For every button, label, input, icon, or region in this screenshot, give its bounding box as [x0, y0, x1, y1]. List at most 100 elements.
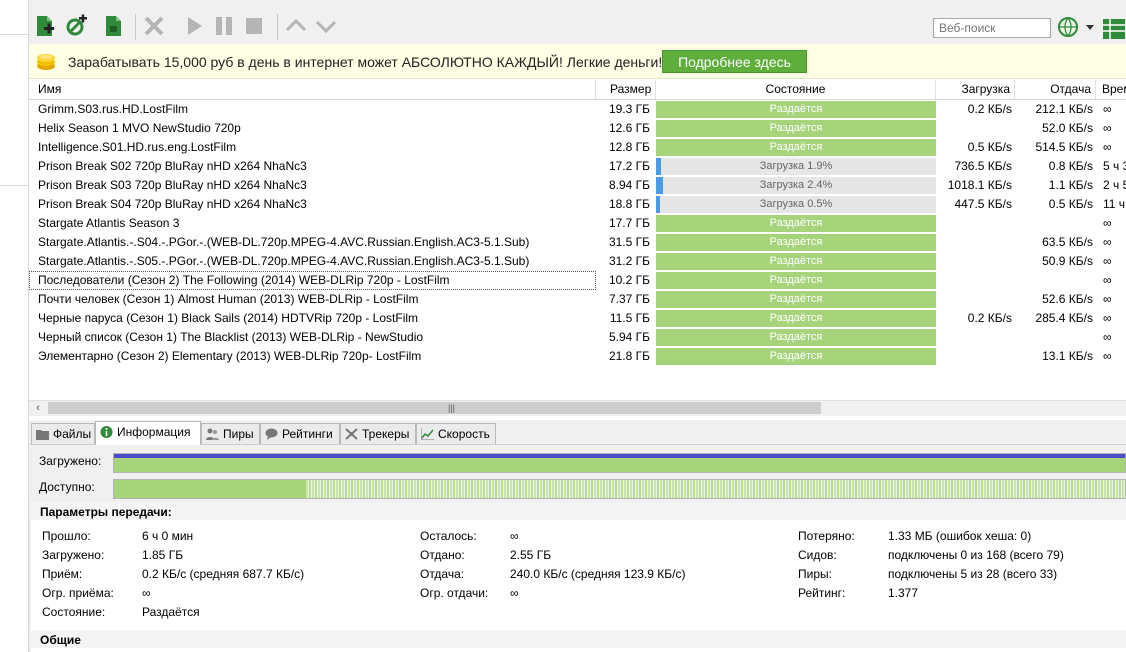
column-upload[interactable]: Отдача: [1015, 80, 1096, 99]
speech-bubble-icon: [265, 426, 278, 440]
scroll-thumb[interactable]: |||: [48, 402, 821, 414]
start-icon[interactable]: [182, 14, 206, 38]
param-key: Приём:: [42, 567, 83, 581]
column-name[interactable]: Имя: [29, 80, 596, 99]
torrent-name: Grimm.S03.rus.HD.LostFilm: [38, 102, 189, 116]
download-speed: [936, 271, 1015, 290]
create-torrent-icon[interactable]: [102, 14, 126, 38]
time-left: ∞: [1103, 330, 1112, 344]
table-row[interactable]: Почти человек (Сезон 1) Almost Human (20…: [29, 290, 1126, 309]
torrent-name: Prison Break S04 720p BluRay nHD x264 Nh…: [38, 197, 307, 211]
column-download[interactable]: Загрузка: [936, 80, 1015, 99]
table-row[interactable]: Последователи (Сезон 2) The Following (2…: [29, 271, 1126, 290]
time-left: ∞: [1103, 102, 1112, 116]
table-row[interactable]: Prison Break S03 720p BluRay nHD x264 Nh…: [29, 176, 1126, 195]
state-label: Раздаётся: [769, 122, 823, 134]
table-row[interactable]: Stargate.Atlantis.-.S05.-.PGor.-.(WEB-DL…: [29, 252, 1126, 271]
torrent-size: 8.94 ГБ: [608, 178, 650, 192]
table-row[interactable]: Элементарно (Сезон 2) Elementary (2013) …: [29, 347, 1126, 366]
tab-3[interactable]: Рейтинги: [260, 423, 340, 444]
horizontal-scrollbar[interactable]: ‹ |||: [29, 400, 1126, 416]
stop-icon[interactable]: [242, 14, 266, 38]
ad-text[interactable]: Зарабатывать 15,000 руб в день в интерне…: [68, 54, 662, 70]
detail-tabs: Файлы Информация Пиры Рейтинги Трекеры Скорос…: [29, 420, 1126, 445]
tab-label: Трекеры: [362, 427, 410, 441]
time-left: ∞: [1103, 254, 1112, 268]
state-label: Раздаётся: [769, 236, 823, 248]
torrent-size: 11.5 ГБ: [609, 311, 650, 325]
grip-icon: |||: [448, 403, 456, 413]
ad-more-button[interactable]: Подробнее здесь: [662, 50, 807, 73]
table-row[interactable]: Stargate.Atlantis.-.S04.-.PGor.-.(WEB-DL…: [29, 233, 1126, 252]
param-key: Отдано:: [420, 548, 465, 562]
param-value: ∞: [510, 586, 519, 600]
torrent-name: Stargate.Atlantis.-.S05.-.PGor.-.(WEB-DL…: [38, 254, 530, 268]
torrent-size: 12.8 ГБ: [608, 140, 650, 154]
state-bar: Загрузка 0.5%: [656, 196, 936, 213]
upload-speed: [1015, 328, 1096, 347]
web-search-input[interactable]: [933, 18, 1051, 38]
state-bar: Раздаётся: [656, 291, 936, 308]
table-row[interactable]: Stargate Atlantis Season 3 17.7 ГБ Раздаёт…: [29, 214, 1126, 233]
remove-icon[interactable]: [142, 14, 166, 38]
download-speed: [936, 214, 1015, 233]
time-left: ∞: [1103, 140, 1112, 154]
info-icon: [100, 424, 113, 438]
scroll-left-icon[interactable]: ‹: [31, 401, 45, 416]
transfer-params: Параметры передачи: Прошло: 6 ч 0 мин Загр…: [31, 502, 1126, 652]
torrent-name: Helix Season 1 MVO NewStudio 720p: [38, 121, 241, 135]
tab-5[interactable]: Скорость: [416, 423, 496, 444]
param-value: Раздаётся: [142, 605, 200, 619]
param-value: 0.2 КБ/с (средняя 687.7 КБ/с): [142, 567, 305, 581]
state-label: Раздаётся: [769, 293, 823, 305]
tab-0[interactable]: Файлы: [31, 423, 95, 444]
globe-search-icon[interactable]: [1057, 16, 1081, 40]
tab-1[interactable]: Информация: [95, 421, 201, 445]
torrent-name: Почти человек (Сезон 1) Almost Human (20…: [38, 292, 419, 306]
param-key: Огр. приёма:: [42, 586, 114, 600]
column-time[interactable]: Время: [1096, 80, 1126, 99]
state-bar: Загрузка 1.9%: [656, 158, 936, 175]
torrent-list: Имя Размер Состояние Загрузка Отдача Вре…: [29, 80, 1126, 400]
table-row[interactable]: Черные паруса (Сезон 1) Black Sails (201…: [29, 309, 1126, 328]
download-speed: 0.5 КБ/s: [967, 140, 1012, 154]
torrent-size: 17.7 ГБ: [608, 216, 650, 230]
param-key: Пиры:: [798, 567, 832, 581]
table-row[interactable]: Grimm.S03.rus.HD.LostFilm 19.3 ГБ Раздаётс…: [29, 100, 1126, 119]
time-left: ∞: [1103, 349, 1112, 363]
param-key: Состояние:: [42, 605, 106, 619]
state-label: Раздаётся: [769, 312, 823, 324]
state-bar: Раздаётся: [656, 253, 936, 270]
upload-speed: 212.1 КБ/s: [1035, 102, 1093, 116]
add-link-icon[interactable]: [65, 14, 89, 38]
ad-banner: Зарабатывать 15,000 руб в день в интерне…: [29, 44, 1126, 79]
column-state[interactable]: Состояние: [656, 80, 936, 99]
move-down-icon[interactable]: [314, 14, 338, 38]
time-left: ∞: [1103, 292, 1112, 306]
table-row[interactable]: Intelligence.S01.HD.rus.eng.LostFilm 12.8…: [29, 138, 1126, 157]
download-speed: 0.2 КБ/s: [967, 311, 1012, 325]
trackers-icon: [345, 426, 358, 440]
download-speed: [936, 119, 1015, 138]
param-key: Сидов:: [798, 548, 837, 562]
table-row[interactable]: Черный список (Сезон 1) The Blacklist (2…: [29, 328, 1126, 347]
time-left: ∞: [1103, 235, 1112, 249]
pause-icon[interactable]: [212, 14, 236, 38]
table-row[interactable]: Prison Break S02 720p BluRay nHD x264 Nh…: [29, 157, 1126, 176]
torrent-name: Prison Break S03 720p BluRay nHD x264 Nh…: [38, 178, 307, 192]
move-up-icon[interactable]: [284, 14, 308, 38]
tab-4[interactable]: Трекеры: [340, 423, 416, 444]
column-size[interactable]: Размер: [596, 80, 656, 99]
search-dropdown-icon[interactable]: [1086, 25, 1094, 30]
download-speed: 736.5 КБ/s: [954, 159, 1012, 173]
time-left: ∞: [1103, 121, 1112, 135]
table-row[interactable]: Prison Break S04 720p BluRay nHD x264 Nh…: [29, 195, 1126, 214]
state-label: Раздаётся: [769, 103, 823, 115]
state-bar: Раздаётся: [656, 139, 936, 156]
tab-2[interactable]: Пиры: [201, 423, 260, 444]
list-view-icon[interactable]: [1102, 17, 1126, 41]
add-torrent-icon[interactable]: [33, 14, 57, 38]
table-row[interactable]: Helix Season 1 MVO NewStudio 720p 12.6 ГБ…: [29, 119, 1126, 138]
state-label: Раздаётся: [769, 274, 823, 286]
state-bar: Раздаётся: [656, 329, 936, 346]
